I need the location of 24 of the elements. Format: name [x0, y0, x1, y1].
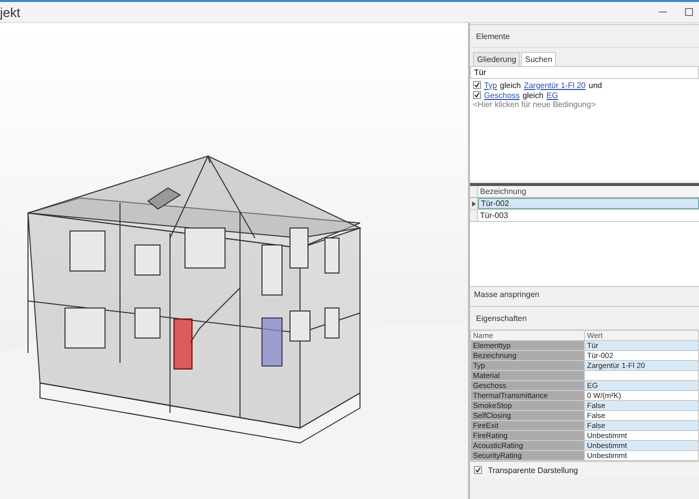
maximize-icon[interactable] — [683, 6, 695, 18]
value-link[interactable]: EG — [546, 90, 558, 100]
column-header[interactable]: Bezeichnung — [478, 187, 526, 196]
jump-button[interactable]: Masse anspringen — [470, 286, 699, 302]
field-link[interactable]: Geschoss — [484, 90, 520, 100]
checkbox[interactable] — [473, 91, 481, 99]
field-link[interactable]: Typ — [484, 80, 497, 90]
panel-header: Eigenschaften — [470, 306, 699, 330]
panel-header: Elemente — [470, 24, 699, 48]
3d-viewport[interactable] — [0, 23, 470, 499]
tab[interactable]: Gliederung — [473, 52, 520, 66]
add-condition-link[interactable]: <Hier klicken für neue Bedingung> — [473, 100, 696, 110]
result-row[interactable]: Tür-002 — [478, 198, 699, 209]
operator-text: gleich — [500, 80, 521, 90]
checkbox-label[interactable]: Transparente Darstellung — [488, 466, 578, 474]
joiner-text: und — [588, 80, 602, 90]
checkbox[interactable] — [473, 81, 481, 89]
row-header[interactable] — [470, 198, 478, 209]
checkbox[interactable] — [474, 466, 482, 474]
value-link[interactable]: Zargentür 1-Fl 20 — [524, 80, 586, 90]
result-row[interactable]: Tür-003 — [478, 210, 699, 221]
window-title: jekt — [0, 4, 20, 20]
operator-text: gleich — [522, 90, 544, 100]
tab[interactable]: Suchen — [521, 52, 556, 66]
